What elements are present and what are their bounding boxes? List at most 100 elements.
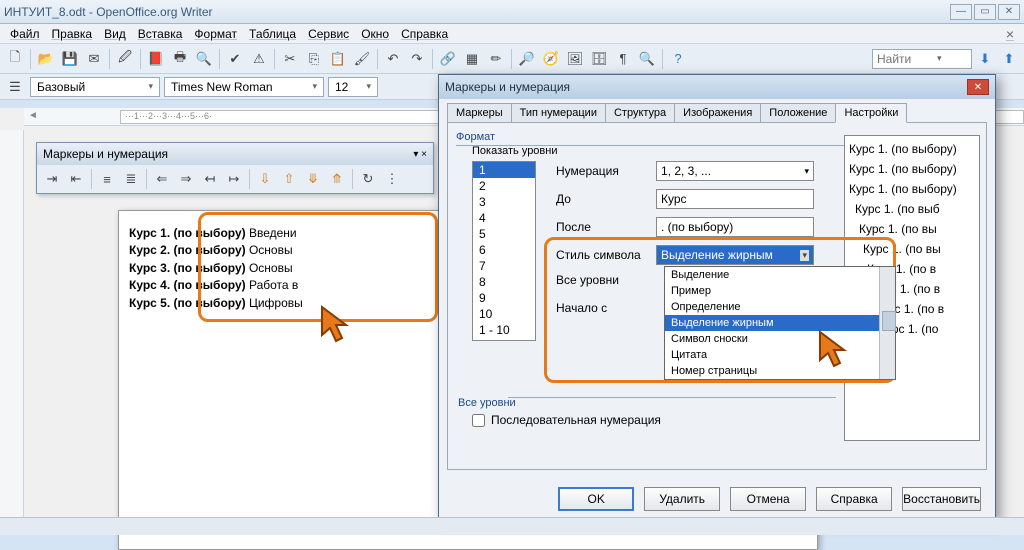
tab-markers[interactable]: Маркеры [447, 103, 512, 122]
cut-icon[interactable]: ✂ [279, 48, 301, 70]
nav-icon[interactable]: 🧭 [540, 48, 562, 70]
styles-icon[interactable]: ☰ [4, 76, 26, 98]
level-4[interactable]: 4 [473, 210, 535, 226]
find-up-icon[interactable]: ⬆ [998, 48, 1020, 70]
print-icon[interactable]: 🖶 [169, 48, 191, 70]
numbering-select[interactable]: 1, 2, 3, ...▾ [656, 161, 814, 181]
sequential-checkbox[interactable] [472, 414, 485, 427]
spellcheck-icon[interactable]: ✔ [224, 48, 246, 70]
ok-button[interactable]: OK [558, 487, 634, 511]
arrow-right-icon[interactable]: ⇒ [175, 168, 197, 190]
tab-settings[interactable]: Настройки [835, 103, 907, 123]
charstyle-select[interactable]: Выделение жирным▾ [656, 245, 814, 265]
menu-edit[interactable]: Правка [46, 25, 99, 43]
cancel-button[interactable]: Отмена [730, 487, 806, 511]
minimize-button[interactable]: — [950, 4, 972, 20]
font-size-select[interactable]: 12▾ [328, 77, 378, 97]
level-9[interactable]: 9 [473, 290, 535, 306]
find-input[interactable] [877, 52, 937, 66]
before-input[interactable]: Курс [656, 189, 814, 209]
menu-window[interactable]: Окно [355, 25, 395, 43]
arrow-left-icon[interactable]: ⇐ [151, 168, 173, 190]
opt-bold-highlight[interactable]: Выделение жирным [665, 315, 895, 331]
demote-icon[interactable]: ⇥ [41, 168, 63, 190]
menu-insert[interactable]: Вставка [132, 25, 189, 43]
help-icon[interactable]: ? [667, 48, 689, 70]
opt-footnote[interactable]: Символ сноски [665, 331, 895, 347]
opt-definition[interactable]: Определение [665, 299, 895, 315]
restart-icon[interactable]: ↻ [357, 168, 379, 190]
arrow-lleft-icon[interactable]: ↤ [199, 168, 221, 190]
dialog-close-button[interactable]: ✕ [967, 79, 989, 95]
open-icon[interactable]: 📂 [35, 48, 57, 70]
dropdown-scrollbar[interactable] [879, 267, 895, 379]
zoom-icon[interactable]: 🔍 [636, 48, 658, 70]
undo-icon[interactable]: ↶ [382, 48, 404, 70]
move-down-icon[interactable]: ⇩ [254, 168, 276, 190]
opt-quote[interactable]: Цитата [665, 347, 895, 363]
charstyle-dropdown[interactable]: Выделение Пример Определение Выделение ж… [664, 266, 896, 380]
copy-icon[interactable]: ⎘ [303, 48, 325, 70]
list2-icon[interactable]: ≣ [120, 168, 142, 190]
opt-pagenum[interactable]: Номер страницы [665, 363, 895, 379]
arrow-rright-icon[interactable]: ↦ [223, 168, 245, 190]
menu-table[interactable]: Таблица [243, 25, 302, 43]
level-1[interactable]: 1 [473, 162, 535, 178]
help-button[interactable]: Справка [816, 487, 892, 511]
maximize-button[interactable]: ▭ [974, 4, 996, 20]
move-up-icon[interactable]: ⇧ [278, 168, 300, 190]
move-down2-icon[interactable]: ⤋ [302, 168, 324, 190]
close-button[interactable]: ✕ [998, 4, 1020, 20]
level-3[interactable]: 3 [473, 194, 535, 210]
find-icon[interactable]: 🔎 [516, 48, 538, 70]
link-icon[interactable]: 🔗 [437, 48, 459, 70]
paste-icon[interactable]: 📋 [327, 48, 349, 70]
menu-tools[interactable]: Сервис [302, 25, 355, 43]
font-name-select[interactable]: Times New Roman▾ [164, 77, 324, 97]
pdf-icon[interactable]: 📕 [145, 48, 167, 70]
restore-button[interactable]: Восстановить [902, 487, 981, 511]
new-icon[interactable]: 🗋 [4, 48, 26, 70]
datasource-icon[interactable]: 🗄 [588, 48, 610, 70]
menu-help[interactable]: Справка [395, 25, 454, 43]
list-icon[interactable]: ≡ [96, 168, 118, 190]
tab-numtype[interactable]: Тип нумерации [511, 103, 606, 122]
redo-icon[interactable]: ↷ [406, 48, 428, 70]
nonprint-icon[interactable]: ¶ [612, 48, 634, 70]
move-up2-icon[interactable]: ⤊ [326, 168, 348, 190]
promote-icon[interactable]: ⇤ [65, 168, 87, 190]
bullets-icon[interactable]: ⋮ [381, 168, 403, 190]
tab-images[interactable]: Изображения [674, 103, 761, 122]
draw-icon[interactable]: ✏ [485, 48, 507, 70]
levels-listbox[interactable]: 1 2 3 4 5 6 7 8 9 10 1 - 10 [472, 161, 536, 341]
tab-structure[interactable]: Структура [605, 103, 675, 122]
level-7[interactable]: 7 [473, 258, 535, 274]
edit-icon[interactable]: 🖉 [114, 48, 136, 70]
bullets-toolbar-panel[interactable]: Маркеры и нумерация ▾ × ⇥ ⇤ ≡ ≣ ⇐ ⇒ ↤ ↦ … [36, 142, 434, 194]
doc-close-icon[interactable]: × [1000, 26, 1020, 42]
autocheck-icon[interactable]: ⚠ [248, 48, 270, 70]
opt-highlight[interactable]: Выделение [665, 267, 895, 283]
email-icon[interactable]: ✉ [83, 48, 105, 70]
level-2[interactable]: 2 [473, 178, 535, 194]
tab-position[interactable]: Положение [760, 103, 836, 122]
brush-icon[interactable]: 🖌 [351, 48, 373, 70]
table-icon[interactable]: ▦ [461, 48, 483, 70]
after-input[interactable]: . (по выбору) [656, 217, 814, 237]
opt-example[interactable]: Пример [665, 283, 895, 299]
find-field[interactable]: ▾ [872, 49, 972, 69]
find-down-icon[interactable]: ⬇ [974, 48, 996, 70]
paragraph-style-select[interactable]: Базовый▾ [30, 77, 160, 97]
panel-titlebar[interactable]: Маркеры и нумерация ▾ × [37, 143, 433, 165]
level-6[interactable]: 6 [473, 242, 535, 258]
delete-button[interactable]: Удалить [644, 487, 720, 511]
level-10[interactable]: 10 [473, 306, 535, 322]
gallery-icon[interactable]: 🖼 [564, 48, 586, 70]
menu-file[interactable]: Файл [4, 25, 46, 43]
menu-format[interactable]: Формат [188, 25, 243, 43]
level-5[interactable]: 5 [473, 226, 535, 242]
level-8[interactable]: 8 [473, 274, 535, 290]
preview-icon[interactable]: 🔍 [193, 48, 215, 70]
dialog-titlebar[interactable]: Маркеры и нумерация ✕ [439, 75, 995, 99]
level-all[interactable]: 1 - 10 [473, 322, 535, 338]
